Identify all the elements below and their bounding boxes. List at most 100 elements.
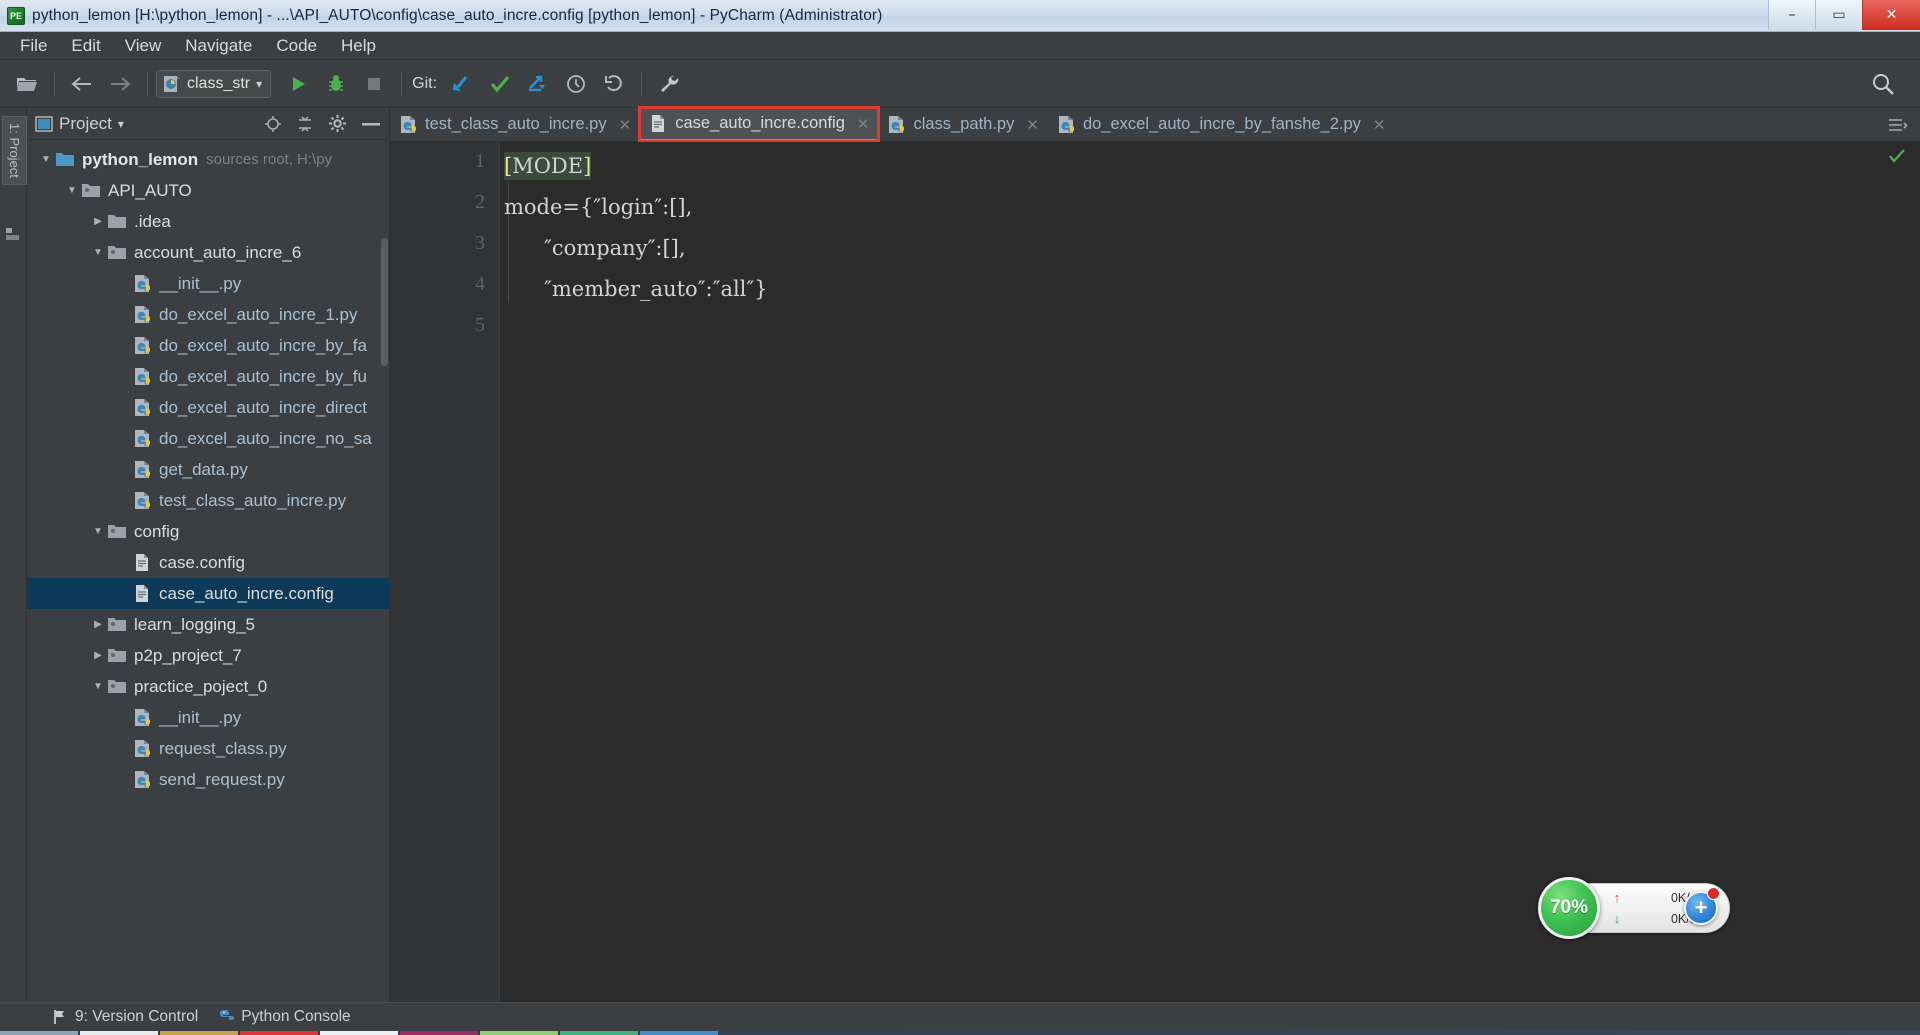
tree-item-label: request_class.py (159, 738, 287, 758)
chevron-down-icon[interactable]: ▼ (63, 185, 81, 196)
editor-tab-label: class_path.py (913, 115, 1015, 133)
close-icon[interactable]: ✕ (1373, 116, 1386, 134)
structure-icon[interactable] (5, 226, 21, 242)
search-magnifier-icon[interactable] (1864, 69, 1902, 99)
taskbar-items (0, 1031, 718, 1035)
taskbar-item[interactable] (320, 1031, 398, 1035)
tree-item[interactable]: case_auto_incre.config (27, 578, 389, 609)
chevron-down-icon[interactable]: ▼ (37, 154, 55, 165)
tree-item[interactable]: ▼ account_auto_incre_6 (27, 237, 389, 268)
taskbar-item[interactable] (0, 1031, 78, 1035)
inspection-ok-icon[interactable] (1888, 148, 1906, 164)
tree-item[interactable]: case.config (27, 547, 389, 578)
taskbar-item[interactable] (560, 1031, 638, 1035)
taskbar-item[interactable] (160, 1031, 238, 1035)
chevron-down-icon[interactable]: ▾ (118, 117, 124, 131)
git-update-icon[interactable] (443, 69, 481, 99)
menu-code[interactable]: Code (264, 34, 329, 58)
project-tree-scrollbar[interactable] (381, 238, 388, 366)
version-control-icon (52, 1009, 68, 1025)
tree-item[interactable]: get_data.py (27, 454, 389, 485)
collapse-all-icon[interactable] (296, 115, 314, 133)
run-configuration-selector[interactable]: class_str ▾ (156, 69, 272, 98)
chevron-right-icon[interactable]: ▶ (89, 650, 107, 661)
tree-item[interactable]: ▼ config (27, 516, 389, 547)
statusbar-version-control[interactable]: 9: Version Control (52, 1008, 198, 1026)
run-play-icon[interactable] (279, 69, 317, 99)
python-file-icon (133, 367, 152, 386)
git-label: Git: (412, 74, 438, 92)
tree-item[interactable]: send_request.py (27, 764, 389, 795)
memory-percent-badge[interactable]: 70% (1538, 877, 1600, 939)
menu-file[interactable]: File (8, 34, 59, 58)
code-line-2[interactable]: mode={″login″:[], (502, 187, 1920, 228)
editor-tab[interactable]: test_class_auto_incre.py ✕ (390, 108, 640, 141)
hide-panel-icon[interactable] (361, 121, 381, 127)
tree-item[interactable]: do_excel_auto_incre_no_sa (27, 423, 389, 454)
close-icon[interactable]: ✕ (1026, 116, 1039, 134)
tree-item[interactable]: do_excel_auto_incre_direct (27, 392, 389, 423)
locate-target-icon[interactable] (264, 115, 282, 133)
close-button[interactable]: ✕ (1862, 0, 1920, 30)
code-line-1[interactable]: [MODE] (502, 146, 1920, 187)
tree-item[interactable]: test_class_auto_incre.py (27, 485, 389, 516)
tree-item[interactable]: request_class.py (27, 733, 389, 764)
run-configuration-label: class_str (187, 74, 251, 92)
editor-tab[interactable]: class_path.py ✕ (878, 108, 1047, 141)
tab-list-icon[interactable] (1888, 118, 1908, 132)
tree-item[interactable]: __init__.py (27, 702, 389, 733)
editor-tab[interactable]: do_excel_auto_incre_by_fanshe_2.py ✕ (1048, 108, 1395, 141)
code-line-3[interactable]: ″company″:[], (502, 228, 1920, 269)
tree-item[interactable]: ▼ practice_poject_0 (27, 671, 389, 702)
open-folder-icon[interactable] (8, 69, 46, 99)
maximize-button[interactable]: ▭ (1815, 0, 1862, 30)
tree-item[interactable]: ▶ learn_logging_5 (27, 609, 389, 640)
close-icon[interactable]: ✕ (857, 115, 870, 133)
taskbar-item[interactable] (480, 1031, 558, 1035)
debug-bug-icon[interactable] (317, 69, 355, 99)
stop-square-icon[interactable] (355, 69, 393, 99)
editor-tab[interactable]: case_auto_incre.config ✕ (638, 106, 881, 143)
taskbar-item[interactable] (400, 1031, 478, 1035)
menu-help[interactable]: Help (329, 34, 388, 58)
chevron-right-icon[interactable]: ▶ (89, 619, 107, 630)
statusbar: 9: Version Control Python Console (0, 1002, 1920, 1031)
tree-item[interactable]: ▼ API_AUTO (27, 175, 389, 206)
tree-item[interactable]: ▶ .idea (27, 206, 389, 237)
code-line-5[interactable] (502, 310, 1920, 351)
forward-arrow-icon[interactable] (101, 69, 139, 99)
tree-item[interactable]: __init__.py (27, 268, 389, 299)
chevron-down-icon[interactable]: ▼ (89, 681, 107, 692)
tree-item[interactable]: ▼ python_lemon sources root, H:\py (27, 144, 389, 175)
tree-item[interactable]: do_excel_auto_incre_by_fu (27, 361, 389, 392)
wrench-icon[interactable] (650, 69, 688, 99)
menu-navigate[interactable]: Navigate (173, 34, 264, 58)
tree-item[interactable]: ▶ p2p_project_7 (27, 640, 389, 671)
git-push-icon[interactable] (519, 69, 557, 99)
code-line-1-open-bracket: [ (504, 154, 513, 178)
toolbar-sep-3 (401, 71, 403, 96)
gear-icon[interactable] (328, 114, 347, 133)
menu-edit[interactable]: Edit (59, 34, 112, 58)
code-line-4[interactable]: ″member_auto″:″all″} (502, 269, 1920, 310)
menu-view[interactable]: View (113, 34, 174, 58)
taskbar-item[interactable] (80, 1031, 158, 1035)
history-clock-icon[interactable] (557, 69, 595, 99)
git-commit-check-icon[interactable] (481, 69, 519, 99)
minimize-button[interactable]: – (1768, 0, 1815, 30)
taskbar-item[interactable] (240, 1031, 318, 1035)
chevron-right-icon[interactable]: ▶ (89, 216, 107, 227)
minimize-icon: – (1788, 7, 1796, 23)
taskbar-item[interactable] (640, 1031, 718, 1035)
python-console-icon (218, 1009, 235, 1025)
tree-item[interactable]: do_excel_auto_incre_by_fa (27, 330, 389, 361)
back-arrow-icon[interactable] (63, 69, 101, 99)
chevron-down-icon[interactable]: ▼ (89, 247, 107, 258)
chevron-down-icon[interactable]: ▼ (89, 526, 107, 537)
sidebar-tab-project[interactable]: 1: Project (2, 116, 27, 185)
statusbar-python-console[interactable]: Python Console (218, 1008, 351, 1026)
close-icon[interactable]: ✕ (619, 116, 632, 134)
tree-item[interactable]: do_excel_auto_incre_1.py (27, 299, 389, 330)
undo-revert-icon[interactable] (595, 69, 633, 99)
network-speed-widget[interactable]: 70% ↑ 0K/s ↓ 0K/s + (1538, 877, 1730, 939)
